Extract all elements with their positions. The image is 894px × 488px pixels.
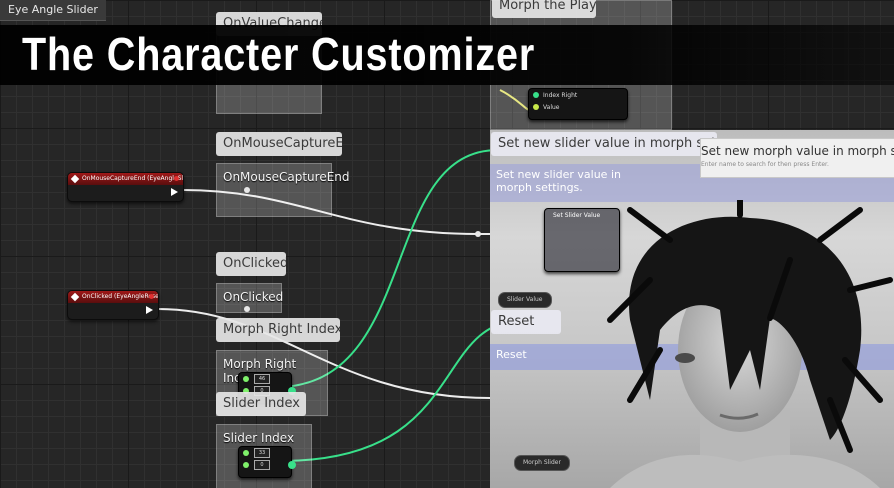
output-pin[interactable] <box>288 461 296 469</box>
value-label: Value <box>543 103 560 111</box>
search-title: Set new morph value in morph settings <box>701 144 894 158</box>
input-pin[interactable] <box>243 462 249 468</box>
comment-bubble-morph-player[interactable]: Morph the Player <box>492 0 596 18</box>
event-title: OnClicked (EyeAngleReset) <box>68 291 158 303</box>
comment-title: OnMouseCaptureEnd <box>223 170 350 184</box>
search-hint: Enter name to search for then press Ente… <box>701 161 829 168</box>
morph-node[interactable]: Index Right Value <box>528 88 628 120</box>
comment-bubble-morph-right[interactable]: Morph Right Index <box>216 318 340 342</box>
banner-title: The Character Customizer <box>22 28 536 80</box>
value-field[interactable]: 33 <box>254 448 270 458</box>
character-preview-viewport[interactable]: Set new slider value in morph settings. … <box>490 130 894 488</box>
comment-bubble-clicked[interactable]: OnClicked <box>216 252 286 276</box>
index-right-pin[interactable] <box>533 92 539 98</box>
blueprint-tab[interactable]: Eye Angle Slider <box>0 0 106 21</box>
comment-title: Set new slider value in morph settings. <box>496 168 621 194</box>
comment-box-capture-end[interactable]: OnMouseCaptureEnd <box>216 163 350 217</box>
title-banner: The Character Customizer <box>0 25 894 85</box>
comment-bubble-slider-index[interactable]: Slider Index <box>216 392 306 416</box>
comment-title: Reset <box>496 348 527 361</box>
index-right-label: Index Right <box>543 91 578 99</box>
exec-out-pin-icon[interactable] <box>171 188 178 196</box>
event-node-clicked[interactable]: OnClicked (EyeAngleReset) <box>67 290 159 320</box>
value-pin[interactable] <box>533 104 539 110</box>
character-portrait <box>607 200 893 488</box>
event-node-capture-end[interactable]: OnMouseCaptureEnd (EyeAngleSlider) <box>67 172 184 202</box>
set-slider-value-node[interactable]: Set Slider Value <box>544 208 620 272</box>
reroute-node[interactable] <box>244 306 250 312</box>
reroute-node[interactable] <box>244 187 250 193</box>
delegate-pin-icon[interactable] <box>174 176 179 181</box>
comment-bubble-set-slider[interactable]: Set new slider value in morph settings. <box>491 132 717 156</box>
comment-bubble-capture-end[interactable]: OnMouseCaptureEnd <box>216 132 342 156</box>
make-literal-node-slider-index[interactable]: 33 0 <box>238 446 296 478</box>
value-field[interactable]: 46 <box>254 374 270 384</box>
comment-bubble-reset[interactable]: Reset <box>491 310 561 334</box>
tab-label: Eye Angle Slider <box>8 3 98 16</box>
input-pin[interactable] <box>243 450 249 456</box>
event-title: OnMouseCaptureEnd (EyeAngleSlider) <box>68 173 183 185</box>
search-palette[interactable]: Set new morph value in morph settings En… <box>700 138 894 178</box>
node-title: Set Slider Value <box>553 211 601 219</box>
morph-slider-variable[interactable]: Morph Slider <box>514 455 570 471</box>
delegate-pin-icon[interactable] <box>149 294 154 299</box>
exec-out-pin-icon[interactable] <box>146 306 153 314</box>
blueprint-graph-canvas[interactable]: Eye Angle Slider OnValueChanged Morph th… <box>0 0 894 488</box>
value-field[interactable]: 0 <box>254 460 270 470</box>
input-pin[interactable] <box>243 376 249 382</box>
reroute-node[interactable] <box>475 231 481 237</box>
slider-value-variable[interactable]: Slider Value <box>498 292 552 308</box>
